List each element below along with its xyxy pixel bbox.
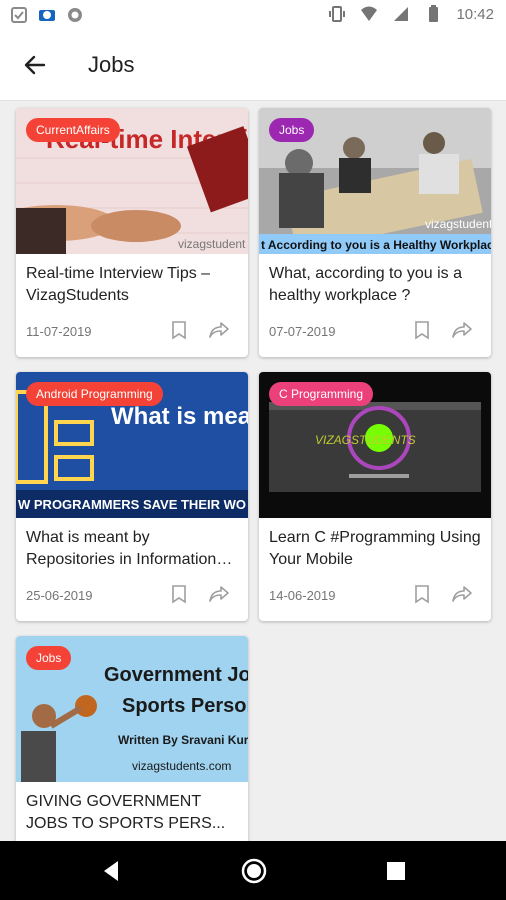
clock: 10:42 — [456, 5, 494, 23]
article-thumbnail: VIZAGSTUDENTS C Programming — [259, 372, 491, 518]
app-bar: Jobs — [0, 32, 506, 101]
nav-recents-icon[interactable] — [382, 857, 410, 885]
thumb-headline: t According to you is a Healthy Workplac… — [261, 238, 491, 252]
thumb-watermark: vizagstudent — [178, 237, 246, 251]
notification-check-icon — [11, 7, 27, 23]
signal-icon — [394, 7, 409, 21]
article-title: Learn C #Programming Using Your Mobile — [269, 529, 481, 568]
article-date: 11-07-2019 — [26, 324, 92, 339]
article-thumbnail: Real-time Interview Tips vizagstudent Cu… — [16, 108, 248, 254]
bookmark-icon[interactable] — [170, 584, 188, 604]
thumb-headline: Government Jobs — [104, 664, 248, 686]
system-nav-bar — [0, 841, 506, 900]
article-card[interactable]: VIZAGSTUDENTS C Programming Learn C #Pro… — [259, 372, 491, 621]
article-thumbnail: Government Jobs Sports Persons Written B… — [16, 636, 248, 782]
article-title: What is meant by Repositories in Informa… — [26, 529, 217, 568]
thumb-headline: What is meant By Repository — [111, 403, 248, 430]
thumb-byline: Written By Sravani Kurre — [118, 733, 248, 747]
category-badge: Jobs — [26, 646, 72, 670]
category-badge: Jobs — [269, 118, 315, 142]
nav-back-icon[interactable] — [98, 857, 126, 885]
status-bar: 10:42 — [0, 0, 506, 32]
article-card[interactable]: t According to you is a Healthy Workplac… — [259, 108, 491, 357]
category-badge: C Programming — [269, 382, 374, 406]
thumb-site: vizagstudents.com — [132, 759, 231, 773]
category-badge: CurrentAffairs — [26, 118, 120, 142]
share-icon[interactable] — [208, 584, 230, 604]
article-thumbnail: What is meant By Repository W PROGRAMMER… — [16, 372, 248, 518]
share-icon[interactable] — [451, 320, 473, 340]
battery-icon — [429, 5, 439, 22]
article-thumbnail: t According to you is a Healthy Workplac… — [259, 108, 491, 254]
cloud-icon — [39, 10, 55, 21]
share-icon[interactable] — [208, 320, 230, 340]
article-date: 07-07-2019 — [269, 324, 336, 339]
bookmark-icon[interactable] — [170, 320, 188, 340]
share-icon[interactable] — [451, 584, 473, 604]
wifi-icon — [361, 6, 378, 21]
thumb-headline-2: Sports Persons — [122, 695, 248, 717]
thumb-banner: W PROGRAMMERS SAVE THEIR WO — [18, 497, 246, 512]
bookmark-icon[interactable] — [413, 584, 431, 604]
page-title: Jobs — [88, 52, 135, 77]
article-date: 14-06-2019 — [269, 588, 336, 603]
article-grid: Real-time Interview Tips vizagstudent Cu… — [0, 100, 506, 885]
vibrate-icon — [329, 6, 346, 22]
bookmark-icon[interactable] — [413, 320, 431, 340]
thumb-watermark: vizagstudent — [425, 217, 491, 231]
article-title: Real-time Interview Tips – VizagStudents — [26, 265, 211, 304]
article-date: 25-06-2019 — [26, 588, 93, 603]
thumb-watermark: VIZAGSTUDENTS — [315, 433, 416, 447]
article-title: GIVING GOVERNMENT JOBS TO SPORTS PERS... — [26, 793, 226, 832]
back-arrow-icon[interactable] — [22, 52, 48, 78]
category-badge: Android Programming — [26, 382, 163, 406]
article-title: What, according to you is a healthy work… — [269, 265, 462, 304]
article-card[interactable]: Real-time Interview Tips vizagstudent Cu… — [16, 108, 248, 357]
article-card[interactable]: What is meant By Repository W PROGRAMMER… — [16, 372, 248, 621]
nav-home-icon[interactable] — [240, 857, 268, 885]
sync-icon — [68, 8, 82, 22]
